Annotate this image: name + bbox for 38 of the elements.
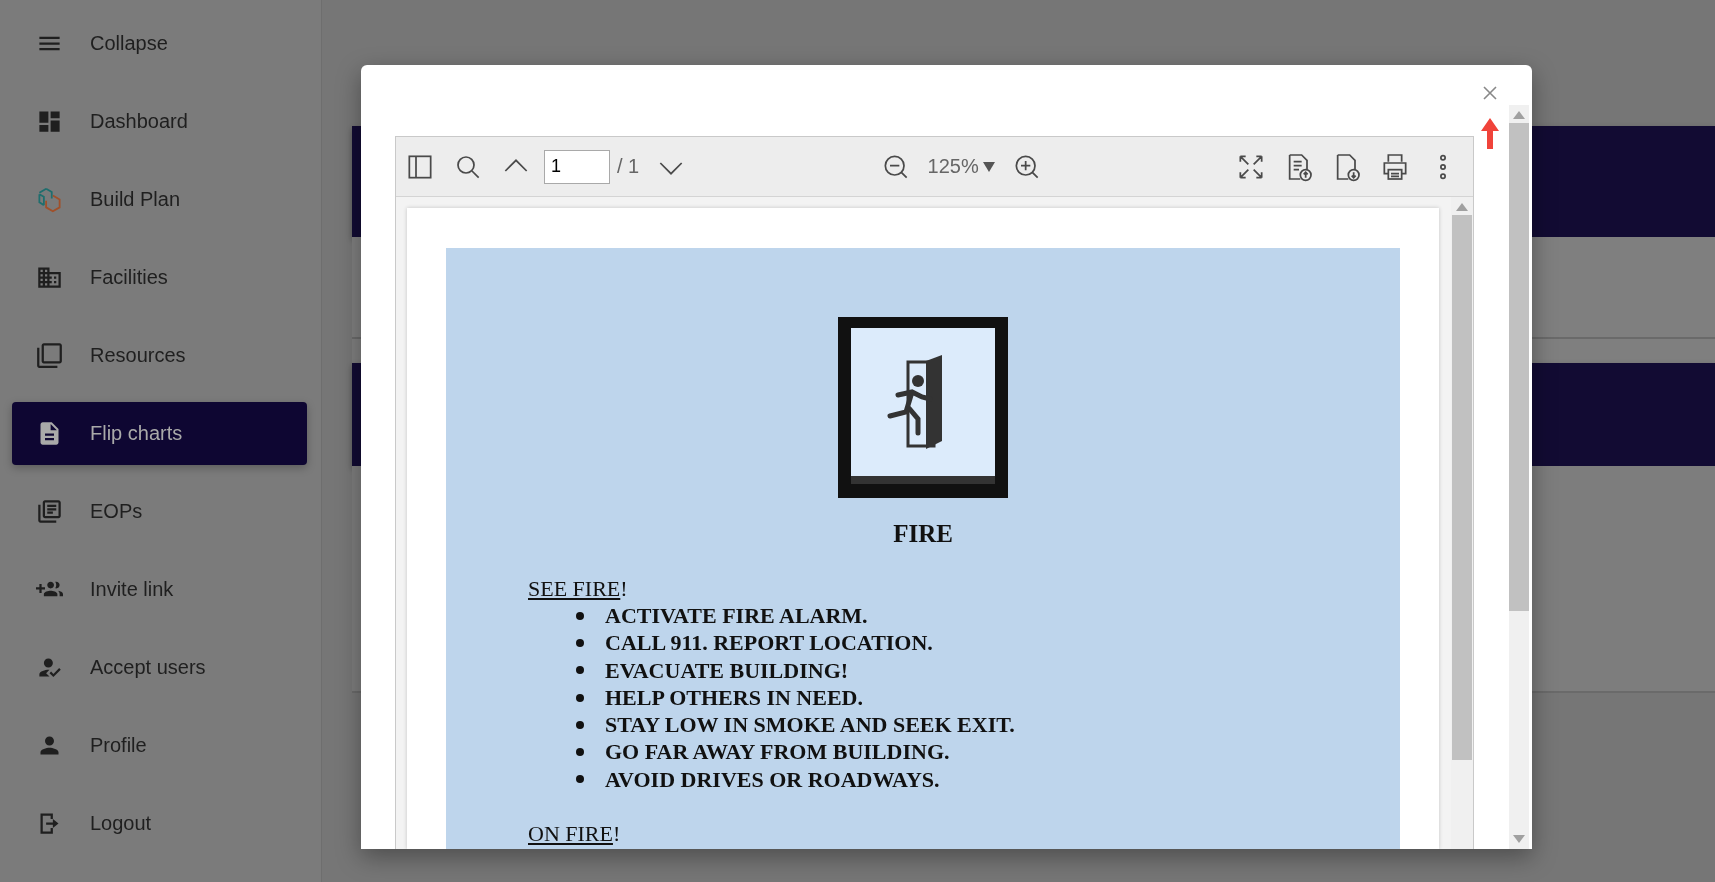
- arrow-icon: [1480, 117, 1500, 151]
- list-item: HELP OTHERS IN NEED.: [605, 683, 863, 712]
- dashboard-icon: [36, 108, 63, 135]
- list-item: STAY LOW IN SMOKE AND SEEK EXIT.: [605, 711, 1015, 739]
- page-number-field[interactable]: 1: [544, 149, 610, 184]
- list-item: EVACUATE BUILDING!: [605, 656, 849, 684]
- caret-icon: [982, 161, 995, 172]
- sidebar-item[interactable]: Build Plan: [12, 168, 307, 231]
- sidebar-item[interactable]: Dashboard: [12, 90, 307, 153]
- section-heading: SEE FIRE!: [528, 575, 628, 602]
- copies-icon: [36, 342, 63, 369]
- hexagons-icon: [36, 186, 63, 213]
- bullet-icon: [576, 775, 584, 784]
- zoom-dropdown[interactable]: 125%: [927, 155, 995, 178]
- bullet-icon: [576, 666, 584, 675]
- sidebar-item[interactable]: Invite link: [12, 558, 307, 621]
- building-icon: [36, 264, 63, 291]
- list-item: GO FAR AWAY FROM BUILDING.: [605, 738, 950, 766]
- sidebar-item[interactable]: Resources: [12, 324, 307, 387]
- list-item: AVOID DRIVES OR ROADWAYS.: [605, 765, 940, 794]
- sidebar-item[interactable]: Collapse: [12, 12, 307, 75]
- section-heading: ON FIRE!: [528, 820, 621, 848]
- document-stack-icon: [36, 498, 63, 525]
- bullet-icon: [576, 720, 584, 729]
- sidebar-item[interactable]: Logout: [12, 792, 307, 855]
- bullet-icon: [576, 638, 584, 647]
- bullet-icon: [576, 748, 584, 757]
- sidebar-item[interactable]: EOPs: [12, 480, 307, 543]
- document-title: FIRE: [893, 520, 953, 548]
- list-item: ACTIVATE FIRE ALARM.: [605, 602, 868, 630]
- sidebar-item[interactable]: Facilities: [12, 246, 307, 309]
- bullet-icon: [576, 693, 584, 702]
- sidebar-item[interactable]: Flip charts: [12, 402, 307, 465]
- bullet-icon: [576, 611, 584, 620]
- sidebar-item[interactable]: Profile: [12, 714, 307, 777]
- list-item: CALL 911. REPORT LOCATION.: [605, 629, 933, 657]
- sidebar-item[interactable]: Accept users: [12, 636, 307, 699]
- page-total: / 1: [617, 155, 640, 178]
